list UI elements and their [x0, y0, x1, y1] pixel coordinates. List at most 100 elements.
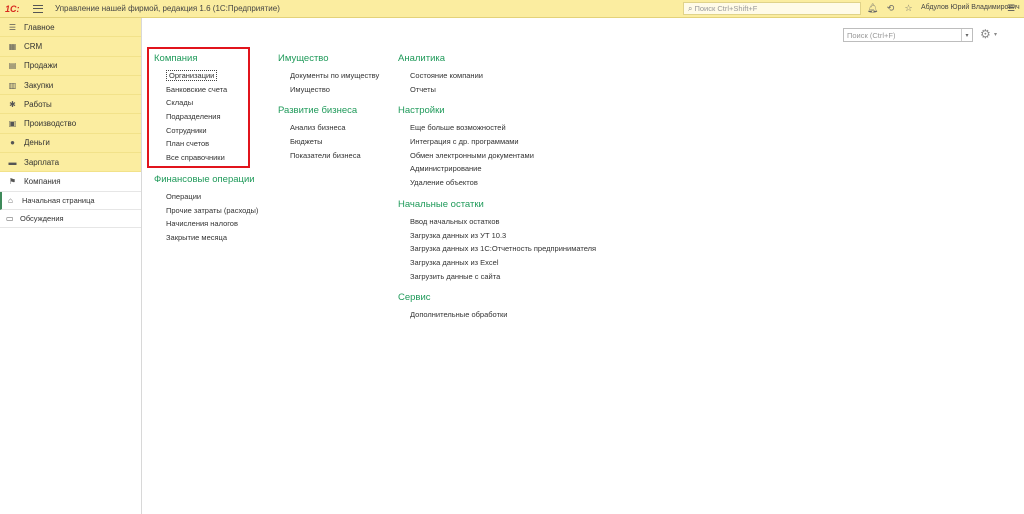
nav-link[interactable]: Интеграция с др. программами: [398, 135, 596, 149]
sidebar-item[interactable]: ✱ Работы: [0, 95, 141, 115]
nav-link-label: Состояние компании: [410, 71, 483, 80]
star-icon[interactable]: ☆: [903, 3, 914, 14]
sidebar-item-label: CRM: [24, 41, 43, 51]
nav-link[interactable]: Загрузка данных из УТ 10.3: [398, 229, 596, 243]
open-window-item[interactable]: ⌂ Начальная страница: [0, 191, 141, 210]
sidebar-item-label: Работы: [24, 99, 52, 109]
nav-link[interactable]: Загрузка данных из Excel: [398, 256, 596, 270]
search-dropdown-icon[interactable]: ▾: [961, 29, 972, 41]
global-search-placeholder: Поиск Ctrl+Shift+F: [694, 4, 758, 13]
nav-link[interactable]: Еще больше возможностей: [398, 121, 596, 135]
list-icon: ☰: [8, 22, 17, 32]
nav-link[interactable]: Удаление объектов: [398, 176, 596, 190]
open-window-label: Начальная страница: [22, 195, 95, 205]
nav-link[interactable]: Закрытие месяца: [154, 231, 258, 245]
nav-link[interactable]: Ввод начальных остатков: [398, 215, 596, 229]
nav-link-label: Интеграция с др. программами: [410, 137, 519, 147]
sidebar-item[interactable]: ☰ Главное: [0, 18, 141, 38]
chat-icon: ▭: [6, 213, 14, 223]
nav-link[interactable]: Имущество: [278, 83, 379, 97]
nav-link[interactable]: Администрирование: [398, 162, 596, 176]
nav-link[interactable]: Операции: [154, 190, 258, 204]
nav-link[interactable]: Отчеты: [398, 83, 596, 97]
group-title: Аналитика: [398, 53, 446, 64]
history-icon[interactable]: ⟲: [885, 3, 896, 14]
nav-link[interactable]: Дополнительные обработки: [398, 308, 596, 322]
production-icon: ▣: [8, 119, 17, 129]
nav-link-label: Загрузить данные с сайта: [410, 271, 501, 281]
nav-link[interactable]: Документы по имуществу: [278, 69, 379, 83]
sidebar-item[interactable]: ▣ Производство: [0, 114, 141, 134]
link-group: Аналитика Состояние компании Отчеты: [398, 52, 596, 96]
nav-link-label: Еще больше возможностей: [410, 123, 506, 133]
search-input[interactable]: Поиск (Ctrl+F) ▾: [843, 28, 973, 42]
purchases-icon: ▥: [8, 80, 17, 90]
group-title: Настройки: [398, 105, 445, 117]
sidebar-item-label: Деньги: [24, 138, 50, 148]
money-icon: ●: [10, 138, 15, 148]
link-group: Начальные остатки Ввод начальных остатков…: [398, 198, 596, 283]
salary-icon: ▬: [8, 157, 17, 167]
nav-link-label: Обмен электронными документами: [410, 150, 534, 160]
title-bar: 1С: Управление нашей фирмой, редакция 1.…: [0, 0, 1024, 18]
nav-link[interactable]: Загрузка данных из 1С:Отчетность предпри…: [398, 242, 596, 256]
sidebar-item[interactable]: ▦ CRM: [0, 37, 141, 57]
nav-link-label: Дополнительные обработки: [410, 310, 508, 320]
more-menu-icon[interactable]: ☰: [1007, 3, 1015, 14]
nav-link-label: Имущество: [290, 84, 330, 94]
sidebar-item[interactable]: ⚑ Компания: [0, 172, 141, 192]
open-windows-panel: ⌂ Начальная страница ▭ Обсуждения: [0, 191, 141, 228]
chevron-down-icon[interactable]: ▾: [994, 31, 997, 38]
bell-icon[interactable]: 🔔︎: [867, 3, 878, 14]
main-menu-icon[interactable]: [33, 4, 43, 13]
search-icon: ⌕: [688, 3, 693, 13]
nav-link-label: Начисления налогов: [166, 219, 238, 229]
highlight-frame: [147, 47, 250, 168]
nav-link[interactable]: Показатели бизнеса: [278, 149, 379, 163]
nav-link-label: Администрирование: [410, 164, 482, 174]
search-placeholder: Поиск (Ctrl+F): [847, 30, 896, 40]
nav-link[interactable]: Состояние компании: [398, 69, 596, 83]
works-icon: ✱: [9, 99, 16, 109]
nav-link[interactable]: Загрузить данные с сайта: [398, 270, 596, 284]
sidebar-item[interactable]: ▥ Закупки: [0, 76, 141, 96]
nav-link-label: Ввод начальных остатков: [410, 216, 500, 226]
nav-link[interactable]: Прочие затраты (расходы): [154, 204, 258, 218]
sidebar-item-label: Главное: [24, 22, 55, 32]
user-name[interactable]: Абдулов Юрий Владимирович: [921, 4, 1020, 11]
nav-link-label: Загрузка данных из Excel: [410, 257, 499, 267]
sidebar-item[interactable]: ▤ Продажи: [0, 57, 141, 76]
nav-link-label: Документы по имуществу: [290, 71, 380, 80]
app-logo: 1С:: [5, 3, 20, 14]
sections-panel: ☰ Главное ▦ CRM ▤ Продажи ▥ Закупки ✱ Работы ▣ Прои…: [0, 18, 141, 192]
group-title: Развитие бизнеса: [278, 105, 358, 117]
flag-icon: ⚑: [8, 177, 17, 187]
open-window-item[interactable]: ▭ Обсуждения: [0, 210, 141, 228]
nav-link-label: Отчеты: [410, 84, 436, 94]
nav-link-label: Загрузка данных из УТ 10.3: [410, 230, 507, 240]
link-group: Сервис Дополнительные обработки: [398, 291, 596, 322]
sales-icon: ▤: [8, 61, 17, 71]
group-title: Сервис: [398, 292, 431, 304]
group-title: Имущество: [278, 53, 329, 64]
column-2: Имущество Документы по имуществу Имущество…: [278, 52, 379, 170]
nav-link[interactable]: Обмен электронными документами: [398, 149, 596, 163]
sidebar-item-label: Производство: [24, 119, 77, 129]
sidebar-item-label: Продажи: [24, 61, 58, 71]
nav-link[interactable]: Начисления налогов: [154, 217, 258, 231]
global-search-input[interactable]: ⌕ Поиск Ctrl+Shift+F: [683, 2, 861, 15]
nav-link-label: Бюджеты: [290, 137, 323, 147]
link-group: Развитие бизнеса Анализ бизнеса Бюджеты Пок…: [278, 104, 379, 162]
group-title: Финансовые операции: [154, 173, 255, 185]
sidebar-item[interactable]: ▬ Зарплата: [0, 153, 141, 173]
nav-link-label: Загрузка данных из 1С:Отчетность предпри…: [410, 244, 597, 254]
nav-link[interactable]: Анализ бизнеса: [278, 121, 379, 135]
sidebar-item[interactable]: ● Деньги: [0, 134, 141, 154]
group-title: Начальные остатки: [398, 198, 484, 210]
home-icon: ⌂: [8, 195, 13, 205]
open-window-label: Обсуждения: [20, 213, 64, 223]
link-group: Финансовые операции Операции Прочие затрат…: [154, 173, 258, 245]
nav-link-label: Прочие затраты (расходы): [166, 205, 259, 215]
gear-icon[interactable]: ⚙: [980, 27, 991, 41]
nav-link[interactable]: Бюджеты: [278, 135, 379, 149]
